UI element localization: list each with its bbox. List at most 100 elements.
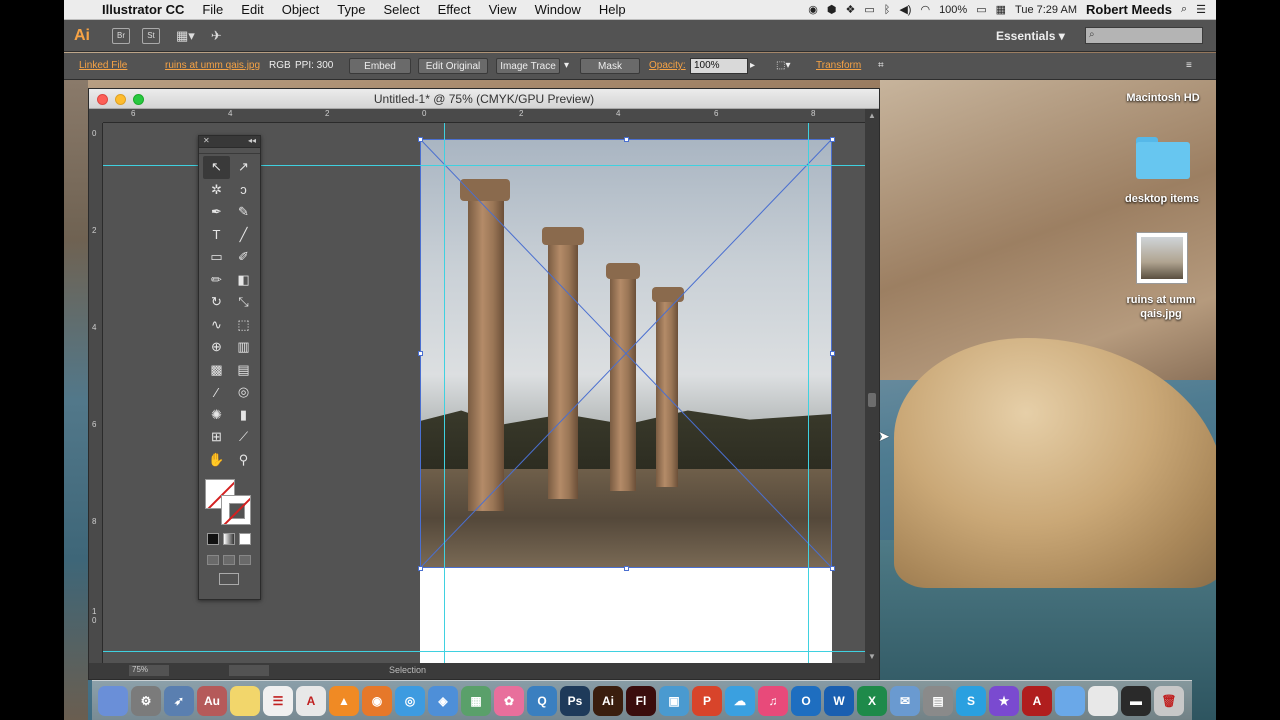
dock-app-icon[interactable]: W: [824, 685, 854, 716]
resize-handle[interactable]: [418, 137, 423, 142]
opacity-label[interactable]: Opacity:: [649, 60, 686, 71]
color-mode-icon[interactable]: [207, 533, 219, 545]
eyedropper-tool-icon[interactable]: ⁄: [203, 381, 230, 404]
bluetooth-icon[interactable]: ᛒ: [884, 4, 891, 16]
resize-handle[interactable]: [830, 351, 835, 356]
dropbox-icon[interactable]: ❖: [845, 3, 855, 16]
perspective-grid-tool-icon[interactable]: ▥: [230, 336, 257, 359]
dock-app-icon[interactable]: ▤: [923, 685, 953, 716]
dock-app-icon[interactable]: ◉: [362, 685, 392, 716]
guide-vertical[interactable]: [808, 123, 809, 663]
artboard-tool-icon[interactable]: ⊞: [203, 426, 230, 449]
zoom-tool-icon[interactable]: ⚲: [230, 449, 257, 472]
dock-app-icon[interactable]: ▣: [659, 685, 689, 716]
transform-link[interactable]: Transform: [816, 60, 861, 71]
shape-builder-tool-icon[interactable]: ⊕: [203, 336, 230, 359]
screen-mode-icon[interactable]: [219, 573, 239, 585]
spotlight-icon[interactable]: ⌕: [1181, 3, 1187, 16]
dock-app-icon[interactable]: [230, 685, 260, 716]
file-name-link[interactable]: ruins at umm qais.jpg: [165, 60, 260, 71]
desktop-folder-label[interactable]: desktop items: [1114, 193, 1210, 205]
clock[interactable]: Tue 7:29 AM: [1015, 4, 1077, 16]
mask-button[interactable]: Mask: [580, 58, 640, 74]
embed-button[interactable]: Embed: [349, 58, 411, 74]
panel-menu-icon[interactable]: ≡: [1186, 60, 1192, 71]
resize-handle[interactable]: [418, 351, 423, 356]
menu-view[interactable]: View: [480, 2, 526, 17]
menu-type[interactable]: Type: [328, 2, 374, 17]
workspace-switcher[interactable]: Essentials ▾: [996, 29, 1065, 43]
dock-app-icon[interactable]: ✉: [890, 685, 920, 716]
dock-app-icon[interactable]: ◎: [395, 685, 425, 716]
scroll-up-icon[interactable]: ▲: [868, 111, 876, 120]
type-tool-icon[interactable]: T: [203, 224, 230, 247]
magic-wand-tool-icon[interactable]: ✲: [203, 179, 230, 202]
stock-button[interactable]: St: [142, 27, 160, 44]
vertical-scrollbar[interactable]: ▲ ▼: [865, 109, 879, 663]
isolate-icon[interactable]: ⌗: [878, 60, 884, 71]
draw-behind-icon[interactable]: [223, 555, 235, 565]
resize-handle[interactable]: [830, 137, 835, 142]
zoom-window-button[interactable]: [133, 94, 144, 105]
curvature-tool-icon[interactable]: ✎: [230, 201, 257, 224]
none-mode-icon[interactable]: [239, 533, 251, 545]
menu-file[interactable]: File: [193, 2, 232, 17]
warp-tool-icon[interactable]: ∿: [203, 314, 230, 337]
menu-window[interactable]: Window: [526, 2, 590, 17]
dock-app-icon[interactable]: Ai: [593, 685, 623, 716]
zoom-level[interactable]: 75%: [129, 665, 169, 676]
blend-tool-icon[interactable]: ◎: [230, 381, 257, 404]
tools-panel-header[interactable]: ✕ ◂◂: [199, 136, 260, 148]
record-icon[interactable]: ◉: [808, 3, 818, 16]
pen-tool-icon[interactable]: ✒: [203, 201, 230, 224]
slice-tool-icon[interactable]: ⟋: [230, 426, 257, 449]
app-menu[interactable]: Illustrator CC: [98, 2, 193, 17]
dock-app-icon[interactable]: 🗑: [1154, 685, 1184, 716]
current-tool-status[interactable]: Selection: [389, 665, 426, 675]
user-name[interactable]: Robert Meeds: [1086, 2, 1172, 17]
wifi-icon[interactable]: ◠: [920, 3, 930, 16]
gpu-performance-icon[interactable]: ✈: [211, 28, 222, 44]
resize-handle[interactable]: [830, 566, 835, 571]
dock-app-icon[interactable]: ◈: [428, 685, 458, 716]
bridge-button[interactable]: Br: [112, 27, 130, 44]
document-titlebar[interactable]: Untitled-1* @ 75% (CMYK/GPU Preview): [89, 89, 879, 109]
search-input[interactable]: ⌕: [1085, 27, 1203, 44]
dock-app-icon[interactable]: Q: [527, 685, 557, 716]
minimize-window-button[interactable]: [115, 94, 126, 105]
image-file-icon[interactable]: [1136, 232, 1188, 284]
menu-select[interactable]: Select: [374, 2, 428, 17]
volume-icon[interactable]: ◀): [899, 3, 911, 16]
image-trace-dropdown-icon[interactable]: ▾: [564, 60, 569, 71]
menu-help[interactable]: Help: [590, 2, 635, 17]
airplay-icon[interactable]: ▭: [864, 3, 874, 16]
dock-app-icon[interactable]: ✿: [494, 685, 524, 716]
symbol-sprayer-tool-icon[interactable]: ✺: [203, 404, 230, 427]
eraser-tool-icon[interactable]: ◧: [230, 269, 257, 292]
dock-app-icon[interactable]: ☁: [725, 685, 755, 716]
free-transform-tool-icon[interactable]: ⬚: [230, 314, 257, 337]
scroll-thumb[interactable]: [868, 393, 876, 407]
horizontal-ruler[interactable]: 6 4 2 0 2 4 6 8: [103, 109, 865, 123]
dock-app-icon[interactable]: O: [791, 685, 821, 716]
dock-app-icon[interactable]: A: [296, 685, 326, 716]
dock-app-icon[interactable]: ▦: [461, 685, 491, 716]
guide-vertical[interactable]: [444, 123, 445, 663]
resize-handle[interactable]: [624, 566, 629, 571]
gradient-mode-icon[interactable]: [223, 533, 235, 545]
edit-original-button[interactable]: Edit Original: [418, 58, 488, 74]
opacity-arrow-icon[interactable]: ▸: [750, 60, 755, 71]
dock-app-icon[interactable]: ★: [989, 685, 1019, 716]
dock-app-icon[interactable]: ☰: [263, 685, 293, 716]
linked-file-link[interactable]: Linked File: [79, 60, 127, 71]
line-tool-icon[interactable]: ╱: [230, 224, 257, 247]
mesh-tool-icon[interactable]: ▩: [203, 359, 230, 382]
dock-app-icon[interactable]: ♫: [758, 685, 788, 716]
align-icon[interactable]: ⬚▾: [776, 60, 790, 71]
selection-tool-icon[interactable]: ↖: [203, 156, 230, 179]
arrange-documents-icon[interactable]: ▦▾: [176, 28, 195, 44]
resize-handle[interactable]: [418, 566, 423, 571]
stroke-swatch[interactable]: [221, 495, 251, 525]
menu-object[interactable]: Object: [273, 2, 329, 17]
close-panel-icon[interactable]: ✕: [203, 136, 210, 145]
